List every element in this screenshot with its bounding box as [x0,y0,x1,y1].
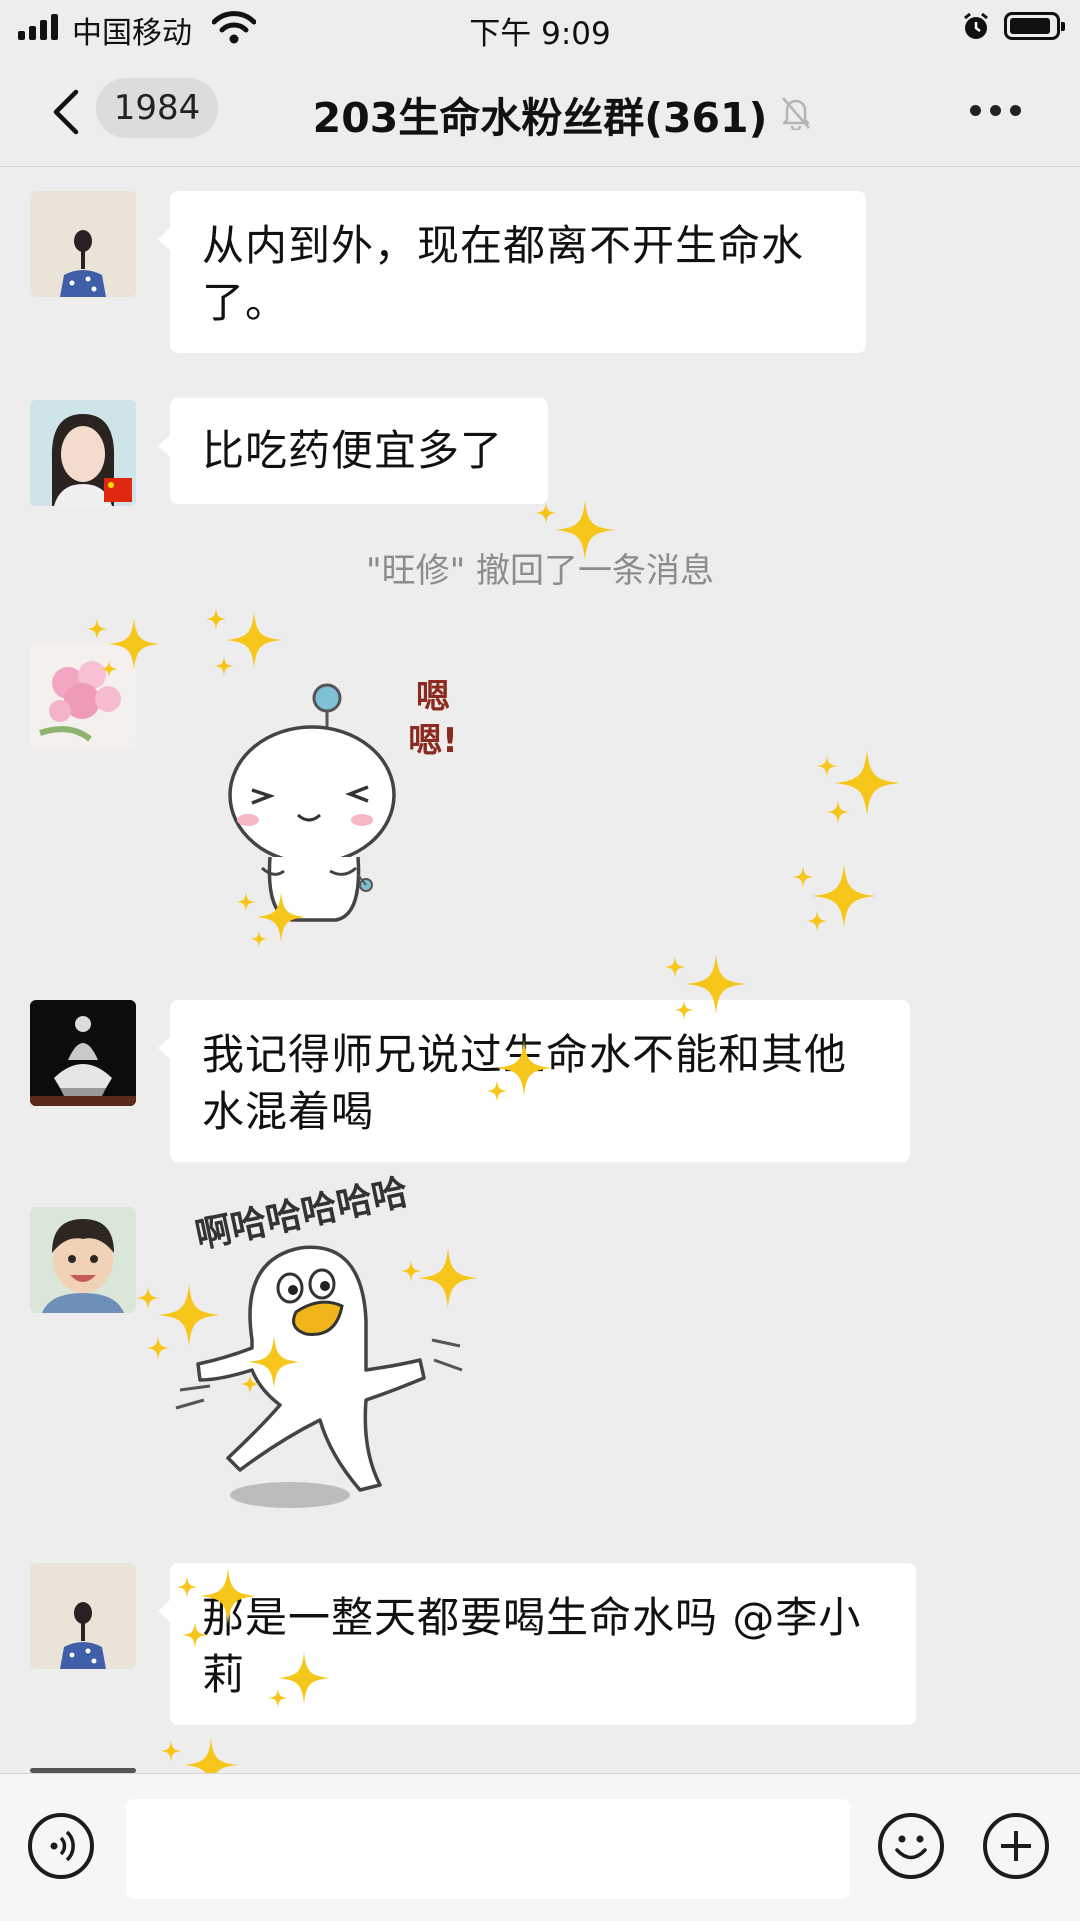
sticker-caption: 嗯嗯! [408,677,458,761]
sparkle-icon [100,660,118,678]
battery-icon [1004,12,1065,40]
message-text: 从内到外，现在都离不开生命水了。 [202,221,805,327]
sparkle-icon [268,1688,288,1708]
message-input[interactable] [126,1799,850,1899]
sparkle-icon [806,910,828,932]
chat-header: 1984 203生命水粉丝群(361) [0,56,1080,167]
mute-bell-icon [782,97,810,130]
sparkle-icon [250,930,268,948]
sparkle-icon [182,1622,208,1648]
sparkle-icon [555,500,615,560]
status-bar: 中国移动 下午 9:09 [0,0,1080,56]
sparkle-icon [200,1568,256,1624]
emoji-icon[interactable] [878,1813,944,1879]
sparkle-icon [400,1260,422,1282]
message-text: 比吃药便宜多了 [202,426,504,475]
avatar[interactable] [30,1563,136,1669]
sparkle-icon [136,1286,160,1310]
sparkle-icon [226,612,282,668]
input-bar [0,1773,1080,1921]
sparkle-icon [826,800,850,824]
alarm-icon [964,12,988,39]
sparkle-icon [86,618,108,640]
avatar[interactable] [30,400,136,506]
sparkle-icon [792,866,814,888]
sparkle-icon [686,954,746,1014]
sparkle-icon [205,608,227,630]
status-time: 下午 9:09 [469,16,611,52]
sparkle-icon [236,892,256,912]
more-dots-icon[interactable] [970,105,1022,117]
sparkle-icon [214,656,234,676]
recall-notice: "旺修" 撤回了一条消息 [365,551,715,591]
voice-icon[interactable] [28,1813,94,1879]
message-bubble[interactable]: 比吃药便宜多了 [158,398,548,504]
sparkle-icon [176,1576,198,1598]
sparkle-icon [160,1740,182,1762]
sparkle-icon [240,1374,260,1394]
sparkle-icon [816,755,838,777]
plus-icon[interactable] [983,1813,1049,1879]
avatar[interactable] [30,1207,136,1313]
avatar[interactable] [30,191,136,297]
sparkle-icon [664,956,686,978]
sparkle-icon [674,1000,694,1020]
avatar[interactable] [30,1000,136,1106]
sparkle-icon [418,1248,478,1308]
sparkle-icon [486,1080,508,1102]
sparkle-icon [535,502,557,524]
message-bubble[interactable]: 从内到外，现在都离不开生命水了。 [158,191,866,353]
sparkle-icon [146,1336,170,1360]
chat-title: 203生命水粉丝群(361) [312,94,768,142]
